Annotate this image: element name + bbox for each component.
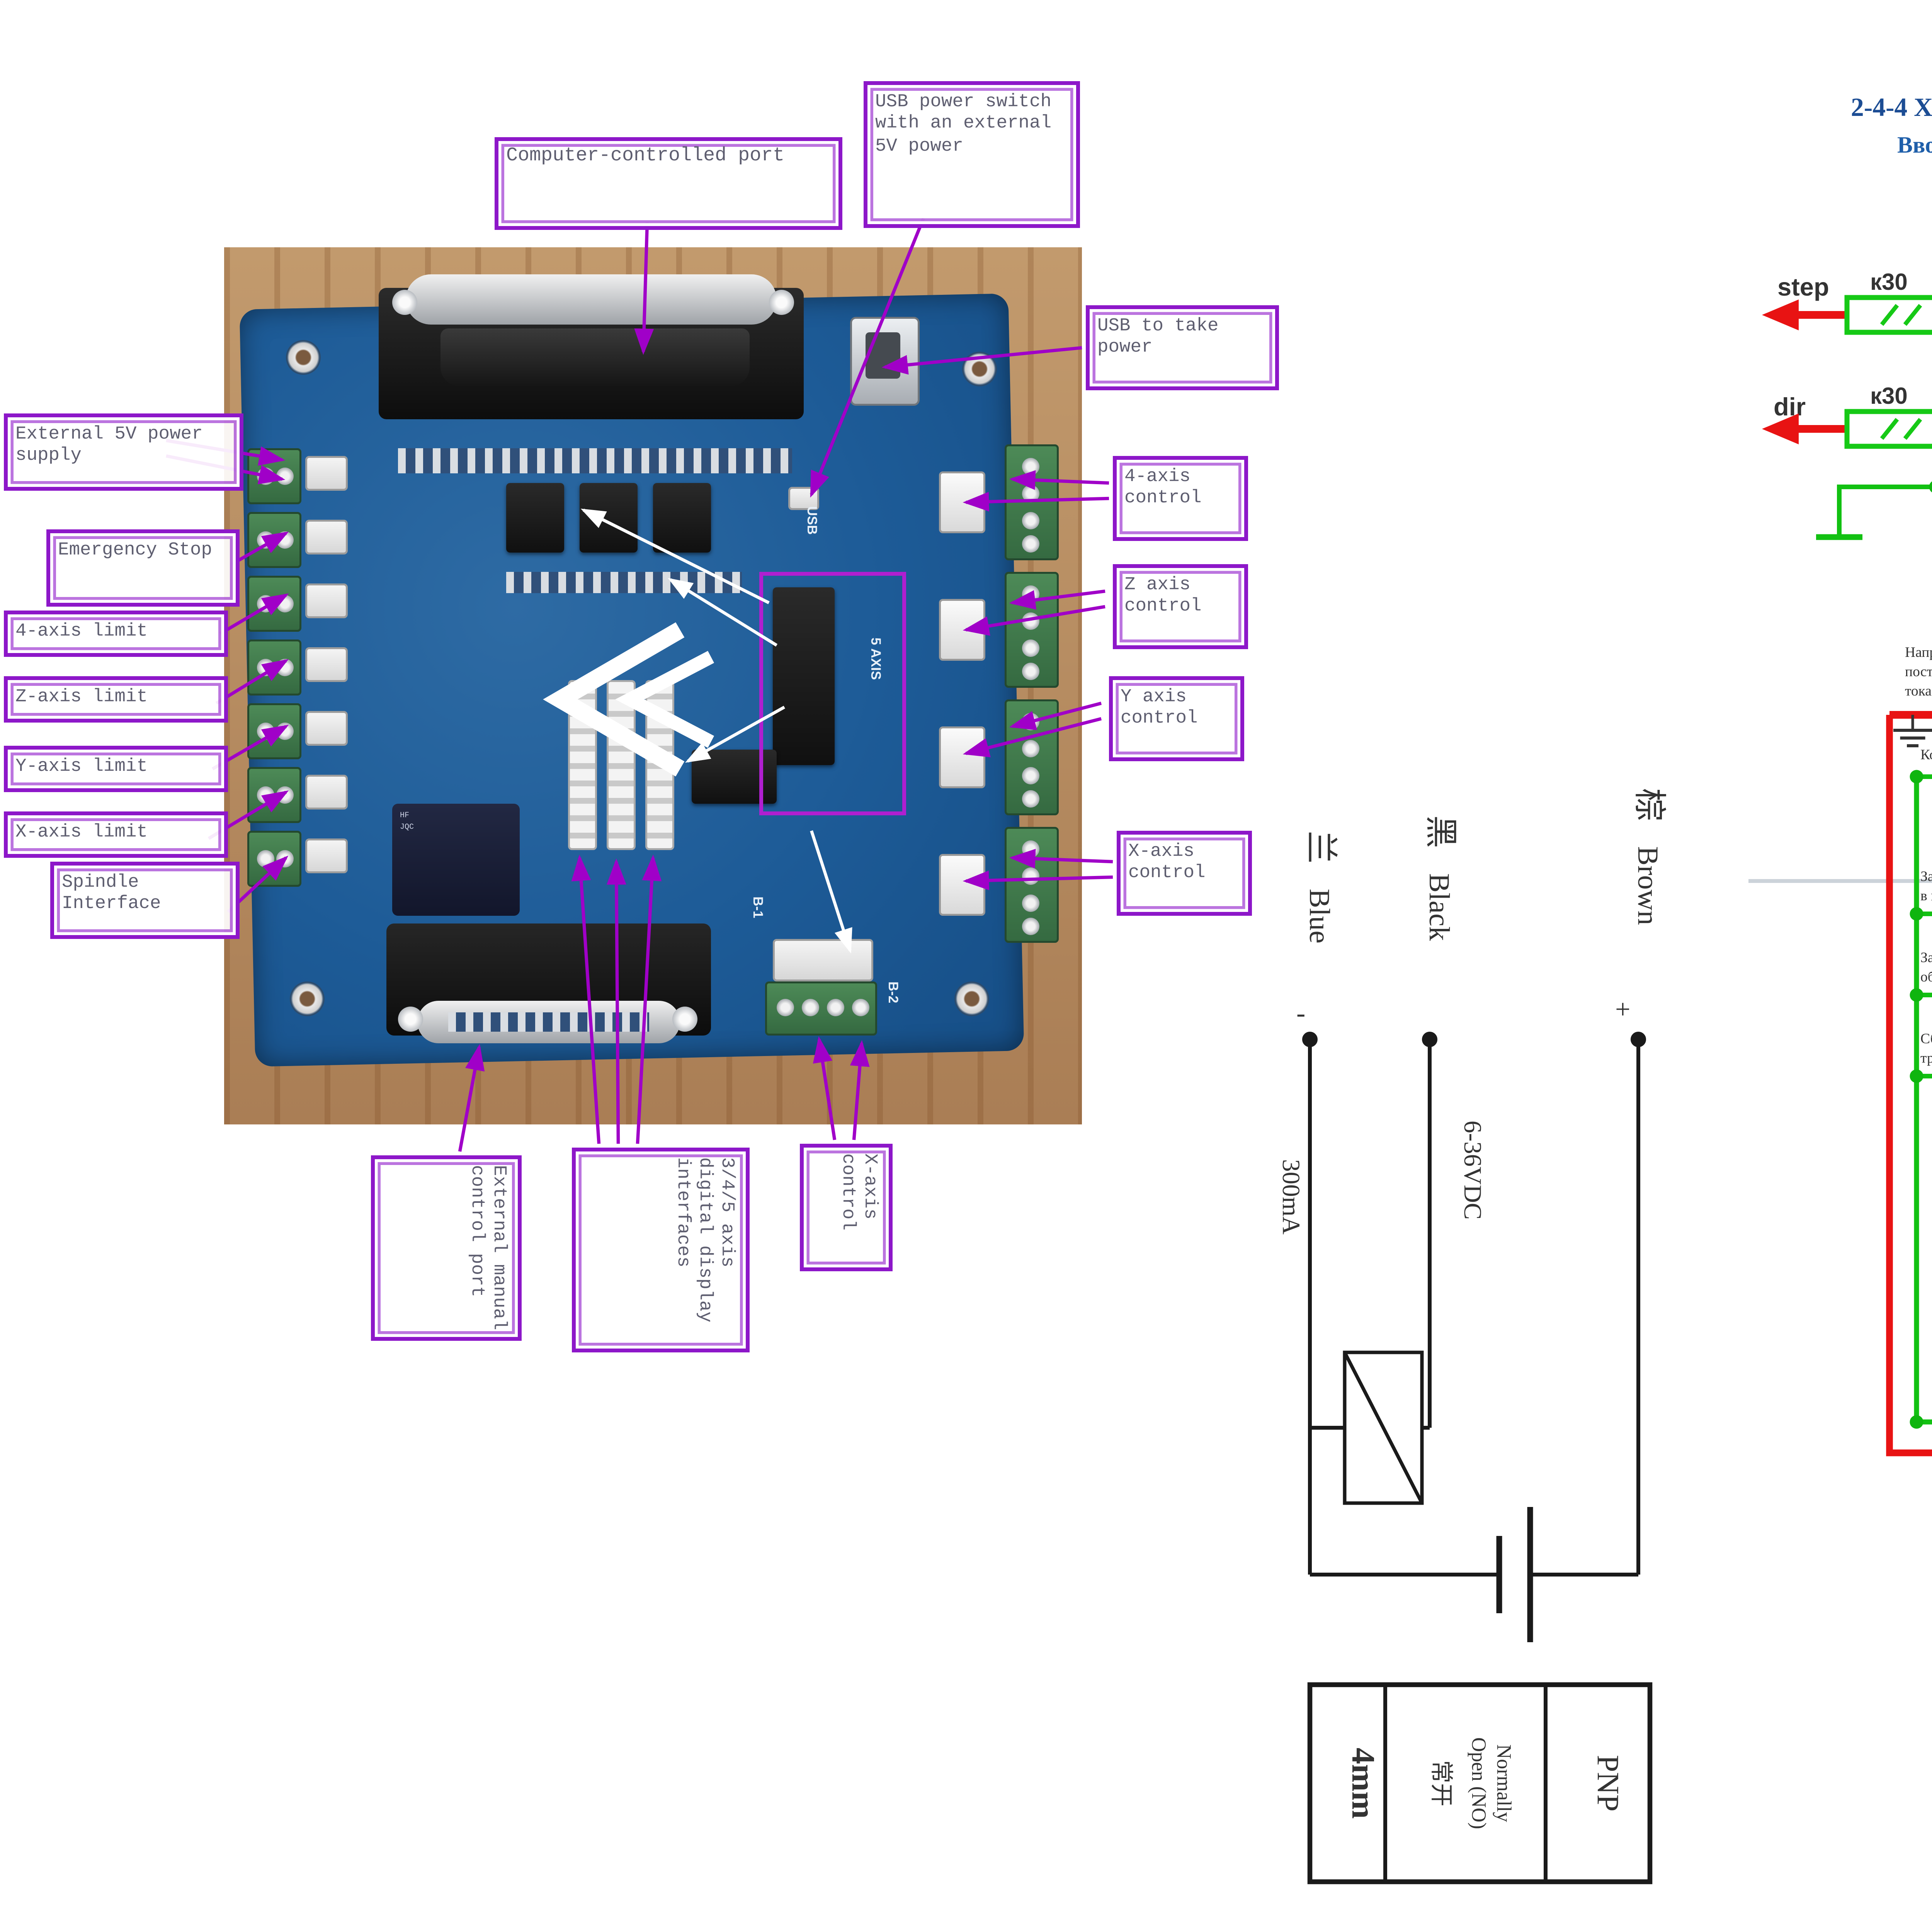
svg-text:тока 24 В: тока 24 В (1905, 683, 1932, 699)
table-no-3: 常开 (1429, 1760, 1454, 1806)
label-x-control-bottom: X-axis control (800, 1144, 893, 1271)
svg-text:Команда запуска (RUN): Команда запуска (RUN) (1920, 747, 1932, 763)
label-digital-display: 3/4/5 axis digital display interfaces (572, 1148, 750, 1352)
black-cn-label: 黑 (1422, 815, 1459, 848)
k-logo (560, 630, 711, 769)
label-x-limit: X-axis limit (4, 811, 228, 858)
screenshot: 5 AXIS HFJQC USB B-1 B-2 (0, 0, 1932, 1932)
brown-cn-label: 棕 (1631, 788, 1667, 821)
svg-text:Сброс сигнала: Сброс сигнала (1920, 1031, 1932, 1047)
label-y-limit: Y-axis limit (4, 746, 228, 792)
blue-minus: - (1296, 998, 1305, 1028)
table-pnp: PNP (1591, 1755, 1625, 1812)
label-z-control: Z axis control (1113, 564, 1248, 649)
cn1-subtitle: Вводы/выводы управления и внешние сигнал… (1897, 131, 1932, 160)
step-arrow (1762, 299, 1799, 330)
label-ext-manual: External manual control port (371, 1155, 522, 1341)
v24-and-switches (1889, 715, 1932, 1429)
sensor-schematic: 兰 Blue 黑 Black 棕 Brown - + 300mA 6-36VDC (1217, 715, 1719, 1913)
step-label: step (1777, 273, 1829, 301)
k30-resistor-step (1847, 298, 1932, 332)
label-z-limit: Z-axis limit (4, 676, 228, 723)
label-spindle: Spindle Interface (50, 862, 240, 939)
k30-step: к30 (1870, 269, 1908, 295)
blue-cn-label: 兰 (1303, 831, 1339, 864)
signal-ground-green (1816, 514, 1862, 537)
composite-diagram: 5 AXIS HFJQC USB B-1 B-2 (0, 0, 1932, 1932)
label-usb-take-power: USB to take power (1086, 305, 1279, 390)
table-no-2: Open (NO) (1468, 1737, 1490, 1829)
power-loops (1889, 580, 1932, 1453)
brown-plus: + (1615, 995, 1630, 1024)
voltage-label: 6-36VDC (1459, 1121, 1486, 1219)
svg-text:обратном направлении: обратном направлении (1920, 969, 1932, 985)
dir-label: dir (1774, 393, 1806, 421)
svg-text:в прямом направлении: в прямом направлении (1920, 888, 1932, 904)
black-en-label: Black (1423, 873, 1455, 941)
sensor-table: 4mm Normally Open (NO) 常开 PNP (1310, 1685, 1650, 1882)
svg-text:тревоги: тревоги (1920, 1050, 1932, 1066)
svg-text:Запрещение вращения в: Запрещение вращения в (1920, 950, 1932, 966)
table-4mm: 4mm (1345, 1748, 1381, 1819)
label-4axis-limit: 4-axis limit (4, 611, 228, 657)
purple-annotation-arrows (166, 218, 1113, 1151)
label-usb-power-switch: USB power switch with an external 5V pow… (864, 81, 1080, 228)
svg-text:Запрещение вращения: Запрещение вращения (1920, 869, 1932, 884)
svg-text:Напряжение: Напряжение (1905, 645, 1932, 660)
k30-resistor-dir (1847, 412, 1932, 446)
sensor-wire-labels: 兰 Blue 黑 Black 棕 Brown - + 300mA 6-36VDC (1277, 788, 1667, 1235)
cn1-title: 2-4-4 Характеристики управляющих вводов/… (1851, 93, 1932, 124)
step-dir-inputs: step к30 dir к30 (1762, 269, 1932, 537)
label-external-5v: External 5V power supply (4, 413, 243, 491)
k30-dir: к30 (1870, 383, 1908, 409)
label-4axis-control: 4-axis control (1113, 456, 1248, 541)
label-computer-port: Computer-controlled port (495, 137, 842, 230)
brown-en-label: Brown (1632, 846, 1664, 925)
current-label: 300mA (1277, 1159, 1305, 1235)
cn1-schematic: step к30 dir к30 7+CW150 Ом 8-CW 11+CCW1… (1739, 232, 1932, 1526)
label-emergency-stop: Emergency Stop (46, 529, 240, 607)
blue-en-label: Blue (1303, 889, 1335, 944)
table-no-1: Normally (1493, 1744, 1515, 1822)
svg-text:постоянного: постоянного (1905, 664, 1932, 680)
